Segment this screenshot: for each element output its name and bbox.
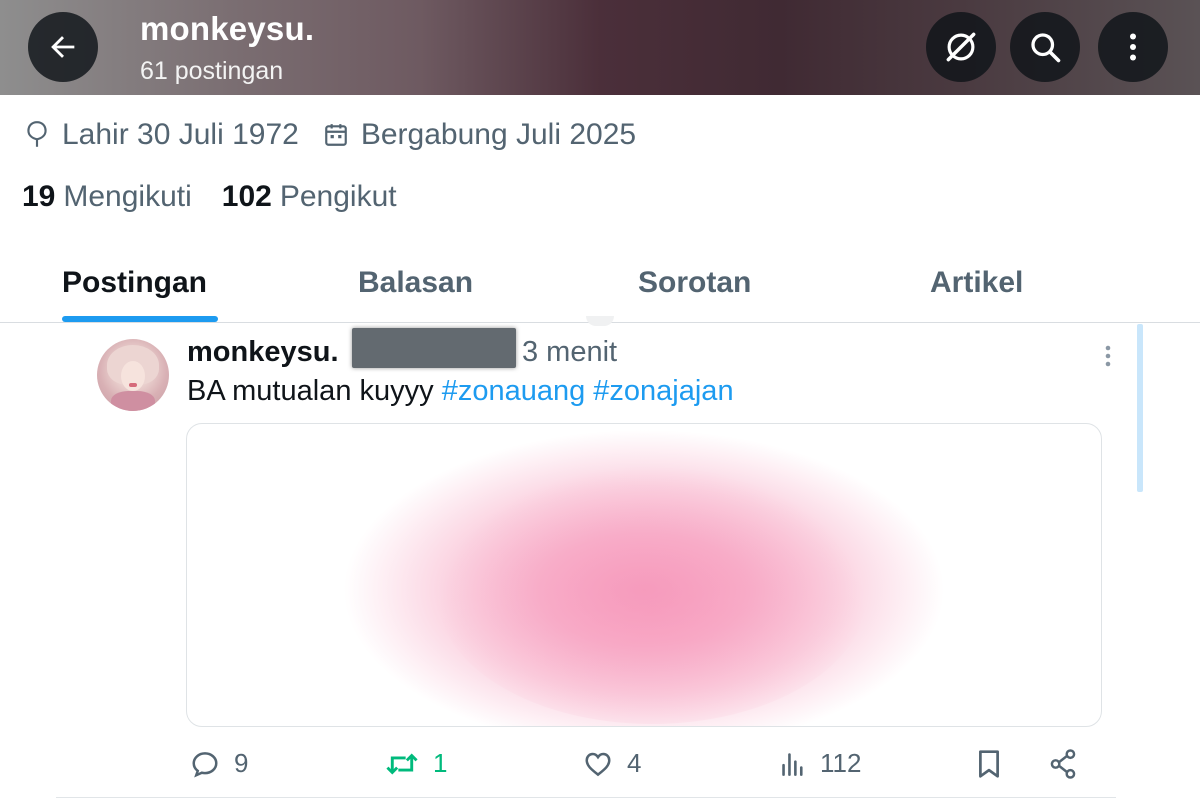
hashtag-link[interactable]: #zonajajan bbox=[593, 375, 733, 407]
post-media-image[interactable] bbox=[186, 423, 1102, 727]
like-icon bbox=[585, 752, 611, 776]
join-date: Bergabung Juli 2025 bbox=[360, 118, 637, 151]
repost-button[interactable]: 1 bbox=[385, 748, 447, 779]
back-arrow-icon bbox=[51, 36, 75, 58]
more-options-button[interactable] bbox=[1098, 12, 1168, 82]
reply-button[interactable]: 9 bbox=[190, 748, 248, 779]
post-text: BA mutualan kuyyy #zonauang #zonajajan bbox=[187, 375, 734, 408]
following-label: Mengikuti bbox=[63, 180, 192, 213]
tab-balasan[interactable]: Balasan bbox=[358, 266, 473, 300]
search-icon bbox=[1031, 33, 1061, 63]
scrollbar[interactable] bbox=[1137, 324, 1143, 492]
repost-count: 1 bbox=[433, 748, 448, 778]
join-info: Bergabung Juli 2025 bbox=[321, 118, 636, 152]
more-vertical-icon bbox=[1105, 345, 1111, 367]
views-button[interactable]: 112 bbox=[780, 748, 861, 779]
birth-info: Lahir 30 Juli 1972 bbox=[22, 118, 299, 152]
divider bbox=[56, 797, 1116, 798]
views-icon bbox=[782, 752, 803, 776]
birth-date: Lahir 30 Juli 1972 bbox=[62, 118, 299, 151]
tab-postingan[interactable]: Postingan bbox=[62, 266, 207, 300]
followers-label: Pengikut bbox=[279, 180, 397, 213]
avatar[interactable] bbox=[97, 339, 169, 411]
like-button[interactable]: 4 bbox=[583, 748, 641, 779]
header-title: monkeysu. bbox=[140, 10, 315, 47]
reply-icon bbox=[192, 751, 218, 778]
post-actions: 9 1 4 112 bbox=[0, 740, 1200, 790]
grok-button[interactable] bbox=[926, 12, 996, 82]
following-link[interactable]: 19 Mengikuti bbox=[22, 180, 192, 214]
more-vertical-icon bbox=[1130, 33, 1136, 61]
calendar-icon bbox=[321, 118, 351, 152]
redacted-handle bbox=[352, 328, 516, 368]
active-tab-indicator bbox=[62, 316, 218, 322]
bookmark-button[interactable] bbox=[975, 748, 1003, 785]
post-more-button[interactable] bbox=[1100, 342, 1116, 372]
like-count: 4 bbox=[627, 748, 642, 778]
profile-tabs: Postingan Balasan Sorotan Artikel bbox=[0, 250, 1200, 323]
views-count: 112 bbox=[820, 748, 862, 778]
share-icon bbox=[1050, 749, 1076, 779]
location-icon bbox=[22, 118, 52, 152]
tab-sorotan[interactable]: Sorotan bbox=[638, 266, 751, 300]
post-timestamp[interactable]: 3 menit bbox=[522, 336, 617, 369]
follow-stats: 19 Mengikuti 102 Pengikut bbox=[22, 180, 427, 214]
back-button[interactable] bbox=[28, 12, 98, 82]
grok-icon bbox=[946, 32, 976, 62]
post-body: BA mutualan kuyyy bbox=[187, 375, 442, 407]
header-post-count: 61 postingan bbox=[140, 57, 284, 85]
repost-icon bbox=[386, 752, 418, 775]
followers-link[interactable]: 102 Pengikut bbox=[222, 180, 397, 214]
followers-count: 102 bbox=[221, 180, 272, 213]
share-button[interactable] bbox=[1048, 748, 1078, 785]
profile-meta: Lahir 30 Juli 1972 Bergabung Juli 2025 bbox=[22, 118, 658, 152]
search-button[interactable] bbox=[1010, 12, 1080, 82]
reply-count: 9 bbox=[234, 748, 249, 778]
profile-header: monkeysu. 61 postingan bbox=[0, 0, 1200, 95]
tab-artikel[interactable]: Artikel bbox=[930, 266, 1023, 300]
bookmark-icon bbox=[979, 750, 999, 778]
following-count: 19 bbox=[22, 180, 56, 213]
hashtag-link[interactable]: #zonauang bbox=[442, 375, 586, 407]
post-author-name[interactable]: monkeysu. bbox=[187, 336, 339, 369]
pull-refresh-indicator bbox=[586, 316, 614, 326]
